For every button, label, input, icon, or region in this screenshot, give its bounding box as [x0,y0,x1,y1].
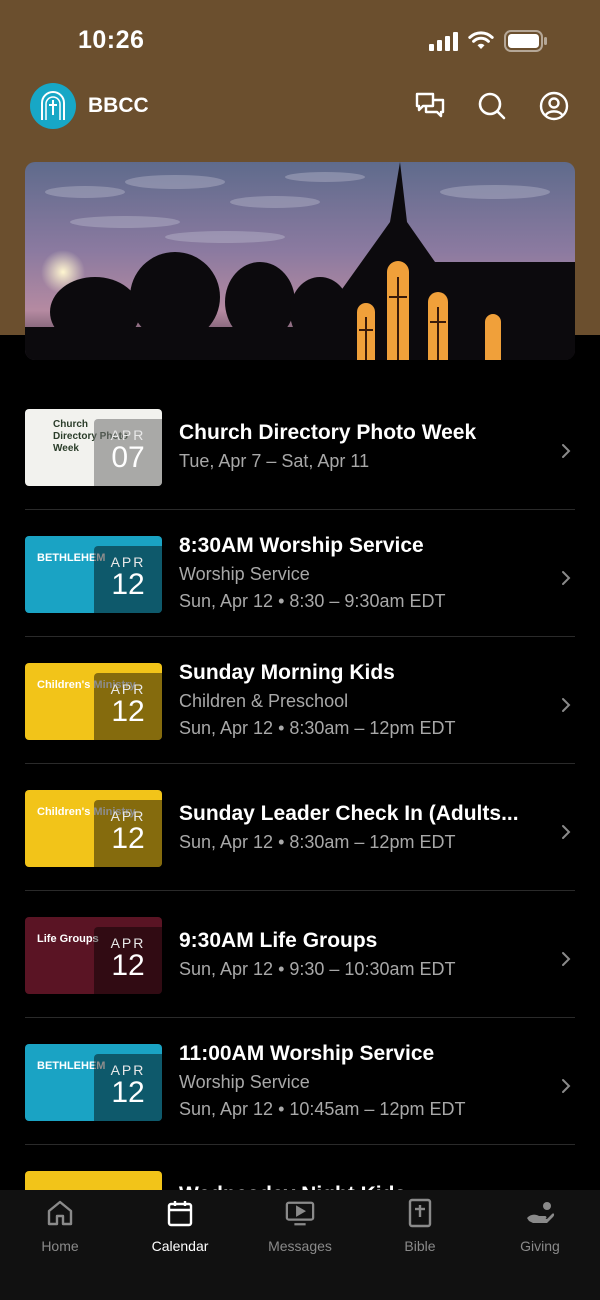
event-subtitle: Children & Preschool [179,691,349,711]
event-thumbnail: Church Directory Photo Week APR 07 [25,409,162,486]
event-date-badge: APR 07 [94,419,162,486]
event-subtitle: Sun, Apr 12 • 9:30 – 10:30am EDT [179,959,456,979]
event-date-badge: APR 12 [94,673,162,740]
event-thumbnail: Children's Ministry APR 12 [25,663,162,740]
event-thumbnail: Life Groups APR 12 [25,917,162,994]
event-row[interactable]: BETHLEHEM APR 12 8:30AM Worship Service Wors… [25,510,575,637]
event-text: Sunday Morning Kids Children & Preschool S… [179,661,549,739]
event-title: 9:30AM Life Groups [179,929,378,952]
status-time: 10:26 [78,26,145,54]
chevron-right-icon [561,947,571,973]
event-subtitle: Sun, Apr 12 • 10:45am – 12pm EDT [179,1099,466,1119]
event-date-day: 12 [111,695,145,728]
giving-icon [525,1198,555,1228]
event-text: 11:00AM Worship Service Worship Service Su… [179,1042,549,1120]
event-text: 9:30AM Life Groups Sun, Apr 12 • 9:30 – 1… [179,929,549,980]
event-date-badge: APR 12 [94,927,162,994]
app-title: BBCC [88,94,149,117]
chevron-right-icon [561,439,571,465]
cellular-signal-icon [429,31,458,51]
event-title: 11:00AM Worship Service [179,1042,435,1065]
church-logo-icon[interactable] [30,83,76,129]
event-subtitle: Sun, Apr 12 • 8:30am – 12pm EDT [179,832,456,852]
event-date-day: 12 [111,1076,145,1109]
event-text: Church Directory Photo Week Tue, Apr 7 – … [179,421,549,472]
bottom-tab-bar: Home Calendar Messages Bible Giving [0,1190,600,1300]
bible-icon [405,1198,435,1228]
event-subtitle: Sun, Apr 12 • 8:30 – 9:30am EDT [179,591,446,611]
event-date-badge: APR 12 [94,546,162,613]
profile-icon[interactable] [538,90,570,122]
event-row[interactable]: Life Groups APR 12 9:30AM Life Groups Sun, A… [25,891,575,1018]
search-icon[interactable] [476,90,508,122]
tab-home[interactable]: Home [0,1190,120,1300]
hero-church-image[interactable] [25,162,575,360]
tab-calendar[interactable]: Calendar [120,1190,240,1300]
event-date-day: 12 [111,568,145,601]
calendar-icon [165,1198,195,1228]
chevron-right-icon [561,820,571,846]
status-bar: 10:26 [0,0,600,80]
event-thumbnail: BETHLEHEM APR 12 [25,1044,162,1121]
event-text: 8:30AM Worship Service Worship Service Sun… [179,534,549,612]
event-subtitle: Sun, Apr 12 • 8:30am – 12pm EDT [179,718,456,738]
event-title: 8:30AM Worship Service [179,534,424,557]
tab-label: Messages [268,1238,332,1254]
wifi-icon [468,31,494,49]
battery-icon [504,30,547,52]
home-icon [45,1198,75,1228]
event-date-day: 07 [111,441,145,474]
tab-messages[interactable]: Messages [240,1190,360,1300]
event-date-day: 12 [111,949,145,982]
tab-label: Giving [520,1238,560,1254]
event-date-day: 12 [111,822,145,855]
app-header: BBCC [30,82,570,130]
event-row[interactable]: Children's Ministry APR 12 Sunday Leader Ch… [25,764,575,891]
event-subtitle: Tue, Apr 7 – Sat, Apr 11 [179,451,370,471]
event-title: Sunday Leader Check In (Adults... [179,802,519,825]
event-list: Church Directory Photo Week APR 07 Church D… [25,383,575,1272]
event-thumbnail: Children's Ministry APR 12 [25,790,162,867]
tab-label: Bible [404,1238,436,1254]
event-thumbnail-text: Life Groups [37,933,99,945]
chat-icon[interactable] [414,90,446,122]
event-row[interactable]: Church Directory Photo Week APR 07 Church D… [25,383,575,510]
event-subtitle: Worship Service [179,564,310,584]
header-actions [414,90,570,122]
event-text: Sunday Leader Check In (Adults... Sun, Ap… [179,802,549,853]
event-subtitle: Worship Service [179,1072,310,1092]
chevron-right-icon [561,693,571,719]
messages-icon [285,1198,315,1228]
event-row[interactable]: BETHLEHEM APR 12 11:00AM Worship Service Wor… [25,1018,575,1145]
event-date-badge: APR 12 [94,800,162,867]
event-row[interactable]: Children's Ministry APR 12 Sunday Morning K… [25,637,575,764]
event-title: Sunday Morning Kids [179,661,395,684]
chevron-right-icon [561,1074,571,1100]
chevron-right-icon [561,566,571,592]
event-title: Church Directory Photo Week [179,421,477,444]
status-icons [429,30,548,52]
event-thumbnail: BETHLEHEM APR 12 [25,536,162,613]
tab-label: Calendar [151,1238,209,1254]
tab-bible[interactable]: Bible [360,1190,480,1300]
event-date-badge: APR 12 [94,1054,162,1121]
tab-label: Home [41,1238,79,1254]
tab-giving[interactable]: Giving [480,1190,600,1300]
